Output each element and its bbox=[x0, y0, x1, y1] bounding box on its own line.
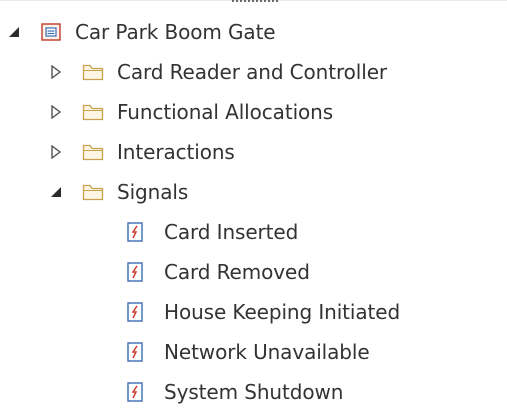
tree-item-label: Card Inserted bbox=[164, 220, 299, 244]
tree-item-label: Interactions bbox=[117, 140, 235, 164]
collapse-triangle-icon[interactable] bbox=[8, 23, 20, 41]
tree-item-label: Card Reader and Controller bbox=[117, 60, 388, 84]
tree-item-label: Card Removed bbox=[164, 260, 310, 284]
tree-item-signal[interactable]: System Shutdown bbox=[126, 372, 343, 412]
signal-icon bbox=[126, 302, 144, 322]
tree-item-label: System Shutdown bbox=[164, 380, 344, 404]
tree-item-label: Car Park Boom Gate bbox=[75, 20, 276, 44]
tree-item-signal[interactable]: Card Inserted bbox=[126, 212, 298, 252]
tree-item-folder[interactable]: Interactions bbox=[50, 132, 235, 172]
tree-item-label: Network Unavailable bbox=[164, 340, 370, 364]
tree-item-signal[interactable]: Network Unavailable bbox=[126, 332, 370, 372]
folder-icon bbox=[82, 182, 104, 202]
signal-icon bbox=[126, 222, 144, 242]
folder-icon bbox=[82, 102, 104, 122]
tree-item-folder[interactable]: Card Reader and Controller bbox=[50, 52, 387, 92]
signal-icon bbox=[126, 262, 144, 282]
expand-triangle-icon[interactable] bbox=[50, 143, 62, 161]
signal-icon bbox=[126, 342, 144, 362]
tree-item-label: House Keeping Initiated bbox=[164, 300, 401, 324]
tree-item-folder[interactable]: Signals bbox=[50, 172, 188, 212]
expand-triangle-icon[interactable] bbox=[50, 103, 62, 121]
expand-triangle-icon[interactable] bbox=[50, 63, 62, 81]
tree-item-signal[interactable]: Card Removed bbox=[126, 252, 310, 292]
tree-item-label: Signals bbox=[117, 180, 189, 204]
tree-item-label: Functional Allocations bbox=[117, 100, 334, 124]
tree-item-folder[interactable]: Functional Allocations bbox=[50, 92, 333, 132]
tree-item-signal[interactable]: House Keeping Initiated bbox=[126, 292, 400, 332]
tree-item-root-package[interactable]: Car Park Boom Gate bbox=[8, 12, 276, 52]
package-icon bbox=[40, 22, 62, 42]
collapse-triangle-icon[interactable] bbox=[50, 183, 62, 201]
top-dotted-separator bbox=[232, 0, 278, 2]
folder-icon bbox=[82, 142, 104, 162]
folder-icon bbox=[82, 62, 104, 82]
signal-icon bbox=[126, 382, 144, 402]
